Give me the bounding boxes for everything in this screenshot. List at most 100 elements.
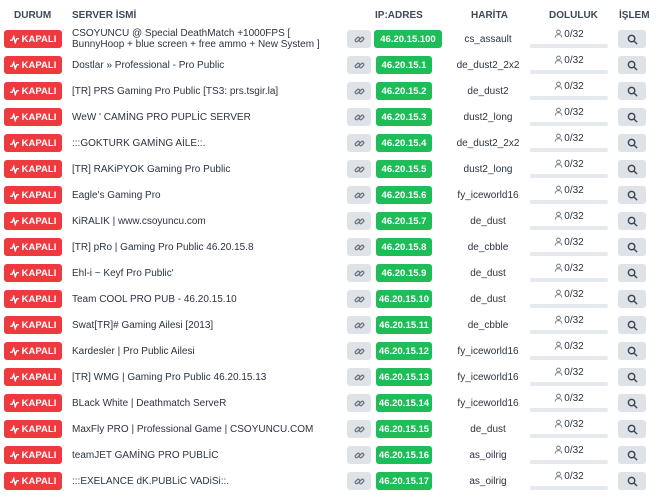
server-name[interactable]: teamJET GAMİNG PRO PUBLİC	[72, 450, 342, 461]
details-button[interactable]	[618, 186, 646, 204]
occupancy-bar	[530, 70, 608, 74]
server-name[interactable]: [TR] WMG | Gaming Pro Public 46.20.15.13	[72, 372, 342, 383]
copy-ip-button[interactable]	[347, 238, 371, 256]
copy-ip-button[interactable]	[347, 264, 371, 282]
server-name[interactable]: :::GOKTURK GAMİNG AİLE::.	[72, 138, 342, 149]
ip-badge[interactable]: 46.20.15.12	[376, 342, 432, 360]
search-icon	[627, 476, 638, 487]
map-name: de_dust	[470, 268, 506, 279]
status-label: KAPALI	[21, 241, 57, 253]
user-icon	[554, 159, 563, 168]
details-button[interactable]	[618, 446, 646, 464]
pulse-icon	[9, 138, 19, 148]
table-row: KAPALI:::GOKTURK GAMİNG AİLE::. 46.20.15.…	[0, 130, 657, 156]
details-button[interactable]	[618, 394, 646, 412]
ip-badge[interactable]: 46.20.15.6	[376, 186, 432, 204]
map-name: fy_iceworld16	[457, 190, 519, 201]
pulse-icon	[9, 112, 19, 122]
copy-ip-button[interactable]	[347, 394, 371, 412]
details-button[interactable]	[618, 212, 646, 230]
copy-ip-button[interactable]	[347, 446, 371, 464]
ip-badge[interactable]: 46.20.15.16	[376, 446, 432, 464]
table-row: KAPALI Swat[TR]# Gaming Ailesi [2013] 46.2…	[0, 312, 657, 338]
ip-badge[interactable]: 46.20.15.14	[376, 394, 432, 412]
server-name[interactable]: Kardesler | Pro Public Ailesi	[72, 346, 342, 357]
copy-ip-button[interactable]	[347, 56, 371, 74]
player-count-value: 0/32	[564, 341, 584, 352]
details-button[interactable]	[618, 264, 646, 282]
server-name[interactable]: CSOYUNCU @ Special DeathMatch +1000FPS […	[72, 28, 337, 50]
user-icon	[554, 315, 563, 324]
pulse-icon	[9, 34, 19, 44]
copy-ip-button[interactable]	[347, 160, 371, 178]
ip-badge[interactable]: 46.20.15.3	[376, 108, 432, 126]
details-button[interactable]	[618, 30, 646, 48]
details-button[interactable]	[618, 368, 646, 386]
details-button[interactable]	[618, 108, 646, 126]
details-button[interactable]	[618, 238, 646, 256]
pulse-icon	[9, 190, 19, 200]
server-name[interactable]: Ehl-i ~ Keyf Pro Public'	[72, 268, 342, 279]
status-badge: KAPALI	[4, 82, 62, 100]
ip-badge[interactable]: 46.20.15.15	[376, 420, 432, 438]
copy-ip-button[interactable]	[347, 316, 371, 334]
pulse-icon	[9, 242, 19, 252]
server-name[interactable]: WeW ' CAMİNG PRO PUPLİC SERVER	[72, 112, 342, 123]
ip-badge[interactable]: 46.20.15.4	[376, 134, 432, 152]
player-count-value: 0/32	[564, 393, 584, 404]
server-name[interactable]: :::EXELANCE dK.PUBLiC VADiSi::.	[72, 476, 342, 487]
ip-badge[interactable]: 46.20.15.13	[376, 368, 432, 386]
occupancy-bar	[530, 96, 608, 100]
copy-ip-button[interactable]	[347, 342, 371, 360]
details-button[interactable]	[618, 82, 646, 100]
link-icon	[354, 218, 364, 224]
status-badge: KAPALI	[4, 186, 62, 204]
table-row: KAPALI WeW ' CAMİNG PRO PUPLİC SERVER 46.2…	[0, 104, 657, 130]
ip-badge[interactable]: 46.20.15.100	[374, 30, 442, 48]
ip-badge[interactable]: 46.20.15.11	[376, 316, 432, 334]
ip-badge[interactable]: 46.20.15.17	[376, 472, 432, 490]
ip-badge[interactable]: 46.20.15.8	[376, 238, 432, 256]
search-icon	[627, 86, 638, 97]
link-icon	[354, 192, 364, 198]
copy-ip-button[interactable]	[347, 472, 371, 490]
copy-ip-button[interactable]	[347, 420, 371, 438]
ip-badge[interactable]: 46.20.15.5	[376, 160, 432, 178]
server-name[interactable]: BLack White | Deathmatch ServeR	[72, 398, 342, 409]
copy-ip-button[interactable]	[347, 30, 371, 48]
search-icon	[627, 294, 638, 305]
details-button[interactable]	[618, 134, 646, 152]
server-name[interactable]: [TR] PRS Gaming Pro Public [TS3: prs.tsg…	[72, 86, 342, 97]
ip-badge[interactable]: 46.20.15.7	[376, 212, 432, 230]
server-name[interactable]: [TR] pRo | Gaming Pro Public 46.20.15.8	[72, 242, 342, 253]
copy-ip-button[interactable]	[347, 368, 371, 386]
details-button[interactable]	[618, 290, 646, 308]
copy-ip-button[interactable]	[347, 290, 371, 308]
copy-ip-button[interactable]	[347, 108, 371, 126]
server-name[interactable]: Swat[TR]# Gaming Ailesi [2013]	[72, 320, 342, 331]
copy-ip-button[interactable]	[347, 186, 371, 204]
details-button[interactable]	[618, 342, 646, 360]
details-button[interactable]	[618, 160, 646, 178]
server-name[interactable]: Team COOL PRO PUB - 46.20.15.10	[72, 294, 342, 305]
map-name: de_dust2	[467, 86, 509, 97]
copy-ip-button[interactable]	[347, 212, 371, 230]
server-name[interactable]: KiRALIK | www.csoyuncu.com	[72, 216, 342, 227]
server-name[interactable]: MaxFly PRO | Professional Game | CSOYUNC…	[72, 424, 342, 435]
ip-badge[interactable]: 46.20.15.2	[376, 82, 432, 100]
ip-badge[interactable]: 46.20.15.10	[376, 290, 432, 308]
details-button[interactable]	[618, 316, 646, 334]
ip-badge[interactable]: 46.20.15.1	[376, 56, 432, 74]
player-count: 0/32	[530, 211, 608, 222]
details-button[interactable]	[618, 56, 646, 74]
details-button[interactable]	[618, 472, 646, 490]
copy-ip-button[interactable]	[347, 82, 371, 100]
table-row: KAPALI teamJET GAMİNG PRO PUBLİC 46.20.15.…	[0, 442, 657, 468]
server-name[interactable]: Dostlar » Professional - Pro Public	[72, 60, 342, 71]
server-name[interactable]: Eagle's Gaming Pro	[72, 190, 342, 201]
copy-ip-button[interactable]	[347, 134, 371, 152]
server-name[interactable]: [TR] RAKiPYOK Gaming Pro Public	[72, 164, 342, 175]
details-button[interactable]	[618, 420, 646, 438]
player-count: 0/32	[530, 263, 608, 274]
ip-badge[interactable]: 46.20.15.9	[376, 264, 432, 282]
